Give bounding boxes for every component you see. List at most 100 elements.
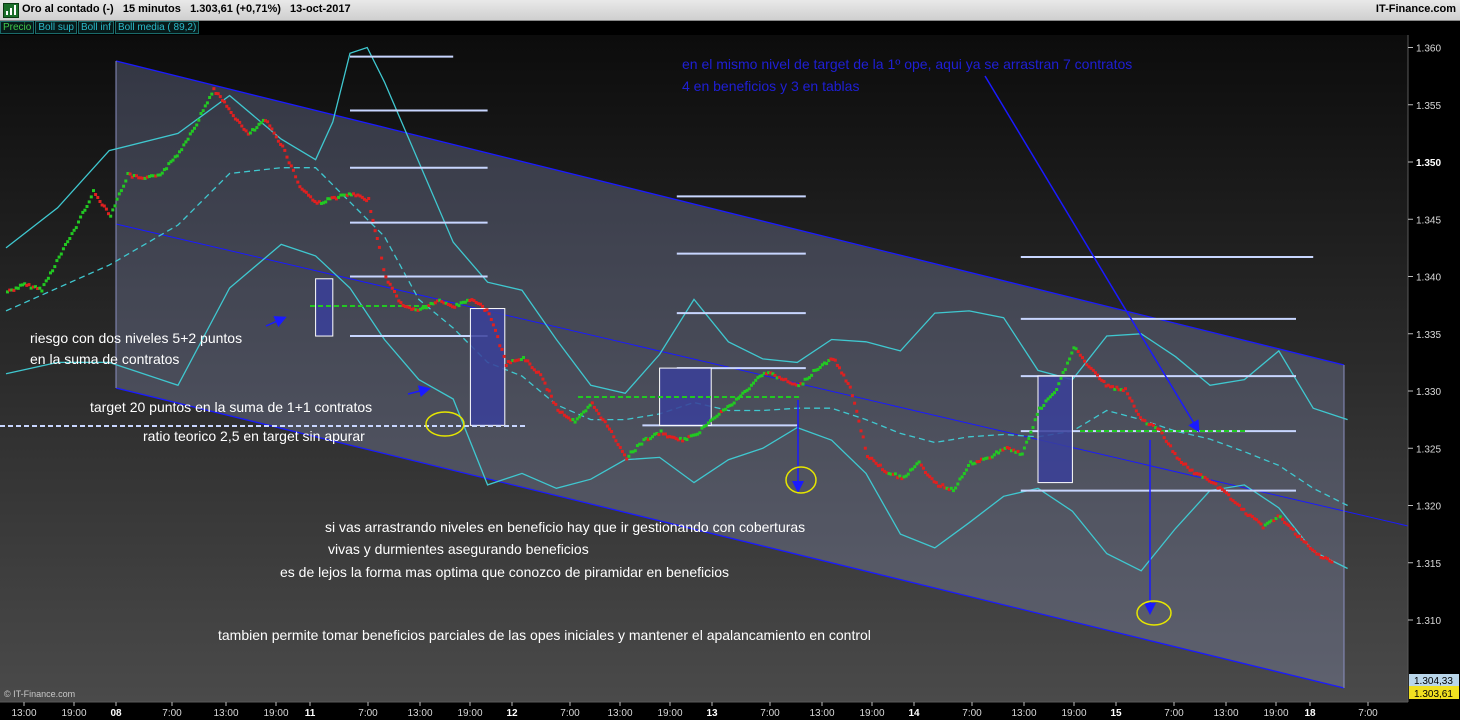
price-point	[119, 189, 123, 193]
price-point	[1035, 412, 1039, 416]
price-point	[244, 129, 248, 133]
price-point	[859, 429, 863, 433]
price-point	[543, 381, 547, 385]
price-point	[199, 112, 203, 115]
price-point	[1132, 404, 1136, 408]
price-point	[72, 228, 76, 232]
price-point	[1291, 527, 1295, 531]
xtick-label: 13	[706, 708, 718, 719]
price-point	[627, 454, 631, 458]
price-point	[296, 180, 300, 184]
price-point	[87, 200, 91, 204]
price-point	[104, 207, 108, 211]
price-point	[291, 168, 295, 172]
xtick-label: 7:00	[162, 708, 182, 719]
price-point	[1020, 452, 1024, 456]
price-point	[528, 362, 532, 366]
price-point	[218, 95, 222, 99]
price-point	[190, 129, 194, 133]
price-point	[44, 279, 48, 283]
price-point	[1190, 468, 1194, 472]
price-point	[281, 144, 285, 148]
price-point	[210, 92, 214, 96]
price-point	[1059, 376, 1063, 380]
price-point	[962, 472, 966, 475]
price-point	[115, 197, 119, 201]
price-point	[496, 335, 500, 339]
xtick-label: 13:00	[213, 708, 238, 719]
price-point	[59, 252, 63, 256]
price-point	[1081, 356, 1084, 360]
price-point	[956, 482, 960, 486]
price-point	[698, 431, 702, 435]
price-point	[1162, 436, 1166, 440]
price-label-bid: 1.304,33	[1414, 676, 1453, 687]
price-point	[128, 172, 132, 176]
price-point	[754, 378, 758, 382]
price-point	[752, 381, 755, 385]
footer-copyright: © IT-Finance.com	[4, 689, 76, 699]
annotation-blue-2: 4 en beneficios y 3 en tablas	[682, 78, 859, 94]
price-point	[1128, 396, 1132, 400]
price-point	[92, 189, 95, 193]
price-point	[1238, 503, 1241, 507]
price-point	[603, 420, 607, 424]
price-point	[377, 245, 381, 249]
price-point	[175, 154, 179, 158]
price-point	[1102, 380, 1106, 383]
price-point	[371, 218, 375, 222]
price-point	[1261, 526, 1265, 530]
price-point	[272, 131, 276, 135]
price-point	[848, 385, 852, 389]
price-point	[620, 449, 624, 453]
price-point	[240, 124, 244, 128]
xtick-label: 13:00	[1011, 708, 1036, 719]
price-point	[1066, 361, 1069, 365]
price-point	[1070, 351, 1074, 355]
price-point	[818, 365, 822, 369]
xtick-label: 19:00	[1061, 708, 1086, 719]
xtick-label: 12	[506, 708, 518, 719]
ytick-label: 1.335	[1416, 330, 1441, 341]
price-point	[180, 148, 184, 152]
price-point	[838, 366, 841, 370]
ytick-label: 1.350	[1416, 158, 1441, 169]
price-point	[1096, 373, 1099, 377]
price-point	[494, 328, 497, 332]
xtick-label: 7:00	[760, 708, 780, 719]
price-point	[659, 429, 663, 433]
price-point	[640, 442, 644, 446]
price-point	[921, 466, 925, 470]
price-point	[850, 394, 854, 398]
price-point	[324, 200, 328, 204]
price-point	[38, 286, 42, 290]
price-point	[165, 167, 169, 171]
price-point	[74, 226, 78, 230]
price-point	[960, 475, 964, 479]
price-point	[1055, 388, 1059, 391]
price-point	[1158, 427, 1162, 431]
xtick-label: 15	[1110, 708, 1122, 719]
price-point	[309, 195, 313, 199]
price-point	[89, 195, 93, 199]
price-point	[57, 255, 61, 259]
price-point	[934, 481, 938, 485]
price-point	[83, 208, 87, 212]
xtick-label: 19:00	[1263, 708, 1288, 719]
price-point	[625, 457, 629, 461]
price-point	[1306, 544, 1310, 548]
price-point	[801, 382, 805, 386]
price-point	[124, 179, 128, 183]
price-point	[457, 304, 461, 308]
price-point	[919, 463, 923, 467]
price-point	[1281, 517, 1284, 521]
annotation-risk-2: en la suma de contratos	[30, 351, 179, 367]
price-point	[188, 132, 192, 136]
price-chart[interactable]: riesgo con dos niveles 5+2 puntos en la …	[0, 0, 1460, 720]
ytick-label: 1.315	[1416, 559, 1441, 570]
price-point	[612, 435, 616, 439]
price-point	[1040, 406, 1044, 410]
annotation-note-3: es de lejos la forma mas optima que cono…	[280, 564, 729, 580]
price-point	[382, 268, 386, 272]
price-point	[1025, 440, 1029, 444]
